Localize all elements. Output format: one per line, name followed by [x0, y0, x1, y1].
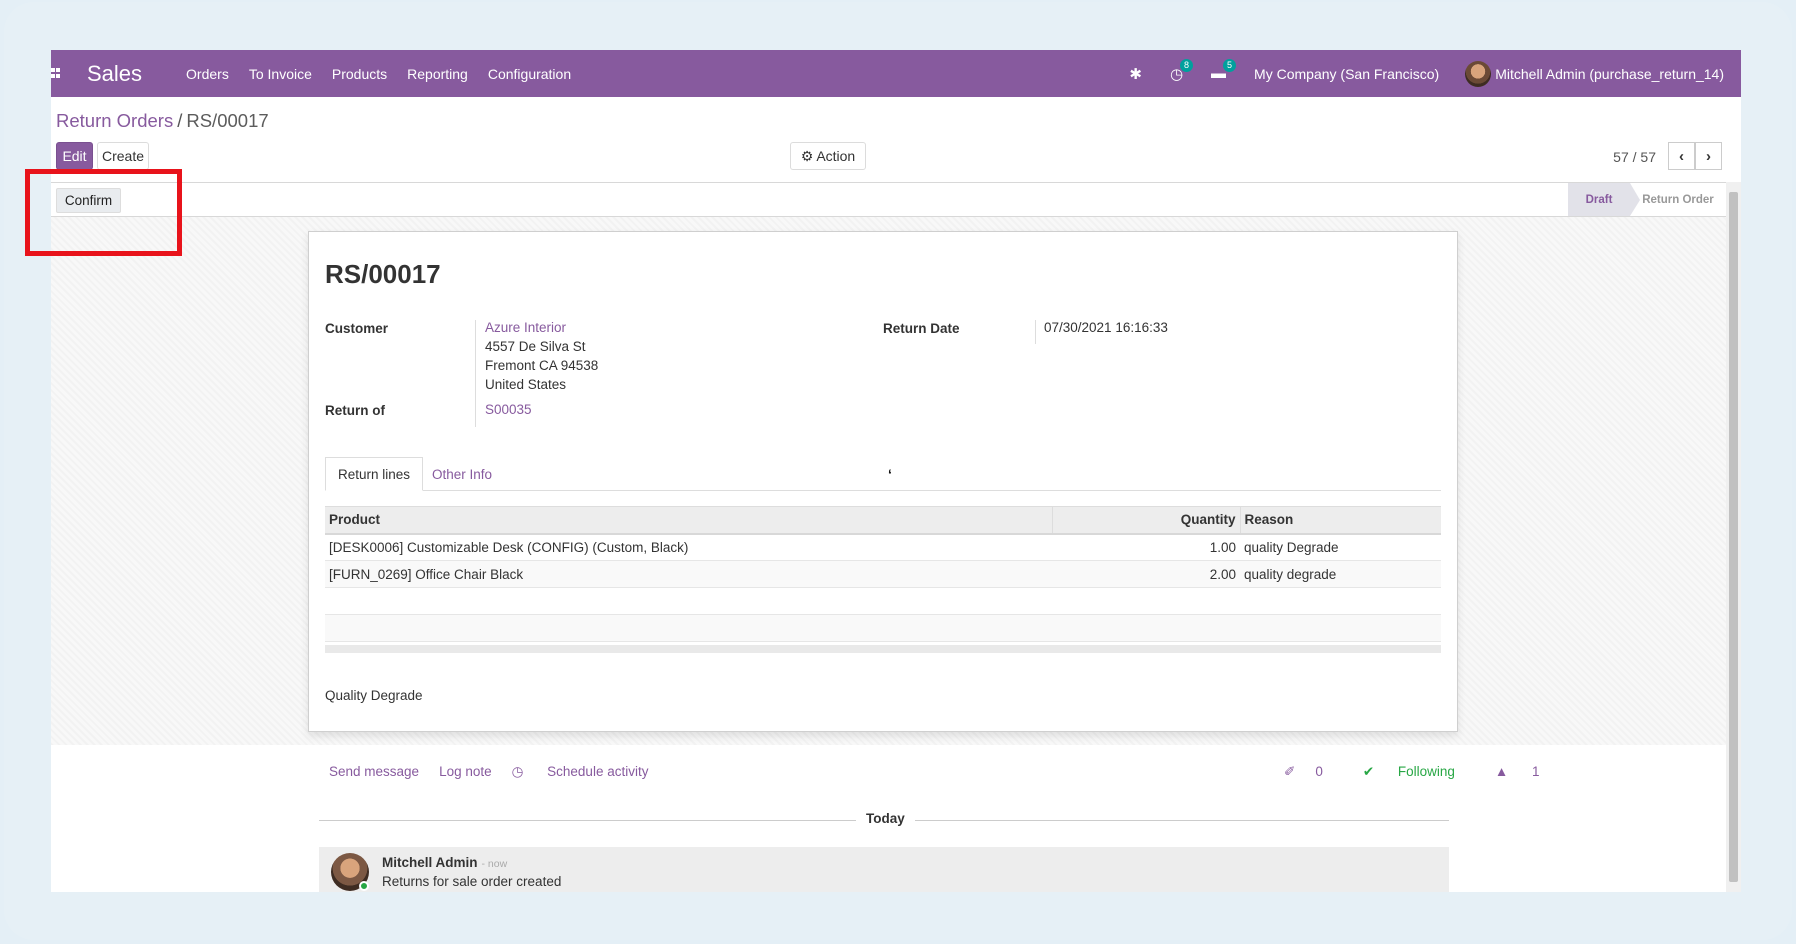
chatter-actions: Send message Log note ◷ Schedule activit…: [329, 764, 688, 780]
messages-badge: 5: [1223, 59, 1237, 72]
vertical-scrollbar[interactable]: [1726, 182, 1741, 892]
online-status-icon: [359, 881, 369, 891]
message-body: Returns for sale order created: [382, 874, 562, 889]
chatter-message: Mitchell Admin - now Returns for sale ord…: [319, 847, 1449, 892]
chatter-followers: ✐ 0 ✔ Following ▲ 1: [1284, 764, 1580, 780]
field-divider: [475, 320, 476, 427]
action-label: Action: [816, 148, 856, 164]
cell-reason: quality Degrade: [1240, 533, 1441, 561]
create-button[interactable]: Create: [97, 142, 149, 170]
odoo-app: Sales Orders To Invoice Products Reporti…: [51, 50, 1741, 892]
empty-row: [325, 614, 1441, 642]
following-label: Following: [1397, 764, 1455, 779]
column-quantity[interactable]: Quantity: [1051, 506, 1240, 535]
app-brand[interactable]: Sales: [87, 61, 142, 87]
clock-icon: ◷: [511, 764, 528, 779]
followers-button[interactable]: ▲ 1: [1495, 764, 1560, 780]
activity-clock-icon[interactable]: ◷ 8: [1170, 58, 1194, 83]
return-lines-table: Product Quantity Reason [DESK0006] Custo…: [325, 506, 1441, 642]
form-statusbar: Confirm Draft Return Order: [51, 182, 1726, 217]
menu-configuration[interactable]: Configuration: [488, 66, 571, 82]
table-row[interactable]: [DESK0006] Customizable Desk (CONFIG) (C…: [325, 533, 1441, 561]
cell-product: [FURN_0269] Office Chair Black: [325, 560, 1052, 588]
user-menu[interactable]: Mitchell Admin (purchase_return_14): [1465, 60, 1724, 87]
highlight-box: [25, 169, 182, 256]
return-of-link[interactable]: S00035: [485, 400, 532, 420]
menu-reporting[interactable]: Reporting: [407, 66, 468, 82]
paperclip-icon: ✐: [1284, 764, 1296, 779]
cell-reason: quality degrade: [1240, 560, 1441, 588]
notebook-tabs: Return lines Other Info: [325, 457, 1441, 491]
schedule-activity-button[interactable]: ◷ Schedule activity: [512, 764, 669, 780]
table-footer: [325, 645, 1441, 653]
pager-value[interactable]: 57 / 57: [1613, 149, 1656, 165]
table-row[interactable]: [FURN_0269] Office Chair Black 2.00 qual…: [325, 560, 1441, 588]
record-title: RS/00017: [325, 259, 441, 289]
user-avatar: [1465, 60, 1492, 87]
user-icon: ▲: [1494, 764, 1513, 779]
customer-link[interactable]: Azure Interior: [485, 318, 566, 338]
messages-chat-icon[interactable]: ▬ 5: [1211, 59, 1237, 82]
return-date-label: Return Date: [883, 321, 960, 336]
column-reason[interactable]: Reason: [1239, 506, 1441, 535]
date-divider-label: Today: [856, 811, 915, 826]
column-product[interactable]: Product: [325, 506, 1052, 535]
customer-address-line3: United States: [485, 377, 567, 392]
pager-previous-button[interactable]: ‹: [1668, 142, 1695, 170]
breadcrumb-current: RS/00017: [186, 110, 269, 131]
attachments-count: 0: [1315, 764, 1323, 779]
message-time: - now: [481, 858, 508, 870]
company-switcher[interactable]: My Company (San Francisco): [1254, 66, 1439, 82]
breadcrumb-return-orders[interactable]: Return Orders: [56, 110, 173, 131]
empty-row: [325, 587, 1441, 615]
cell-quantity: 1.00: [1052, 533, 1240, 561]
menu-orders[interactable]: Orders: [186, 66, 229, 82]
check-icon: ✔: [1362, 764, 1378, 779]
author-name[interactable]: Mitchell Admin: [382, 855, 478, 870]
chevron-right-icon: ›: [1706, 147, 1711, 165]
note-text: Quality Degrade: [325, 688, 423, 703]
menu-to-invoice[interactable]: To Invoice: [249, 66, 312, 82]
following-button[interactable]: ✔ Following: [1363, 764, 1475, 780]
edit-button[interactable]: Edit: [56, 142, 93, 170]
form-sheet: RS/00017 Customer Azure Interior 4557 De…: [308, 231, 1458, 732]
apps-grid-icon[interactable]: [51, 67, 61, 80]
customer-address-line1: 4557 De Silva St: [485, 339, 586, 354]
followers-count: 1: [1532, 764, 1540, 779]
chevron-left-icon: ‹: [1679, 147, 1684, 165]
mouse-cursor-icon: ʻ: [888, 466, 892, 482]
send-message-button[interactable]: Send message: [329, 764, 419, 780]
cell-product: [DESK0006] Customizable Desk (CONFIG) (C…: [325, 533, 1052, 561]
schedule-activity-label: Schedule activity: [547, 764, 649, 779]
log-note-button[interactable]: Log note: [439, 764, 492, 780]
customer-address-line2: Fremont CA 94538: [485, 358, 599, 373]
top-navbar: Sales Orders To Invoice Products Reporti…: [51, 50, 1741, 97]
tab-other-info[interactable]: Other Info: [420, 457, 504, 491]
tab-return-lines[interactable]: Return lines: [325, 457, 424, 491]
navbar-right: ✱ ◷ 8 ▬ 5 My Company (San Francisco) Mitch…: [1129, 50, 1741, 97]
field-divider: [1035, 320, 1036, 344]
stage-draft[interactable]: Draft: [1568, 183, 1640, 216]
menu-products[interactable]: Products: [332, 66, 387, 82]
customer-label: Customer: [325, 321, 389, 336]
breadcrumb: Return Orders / RS/00017: [56, 110, 269, 132]
return-of-label: Return of: [325, 403, 385, 418]
scrollbar-thumb[interactable]: [1729, 192, 1738, 882]
stage-return-order[interactable]: Return Order: [1630, 183, 1726, 216]
table-header-row: Product Quantity Reason: [325, 506, 1441, 535]
return-date-value: 07/30/2021 16:16:33: [1044, 320, 1168, 335]
cell-quantity: 2.00: [1052, 560, 1240, 588]
activity-badge: 8: [1180, 58, 1194, 72]
user-name: Mitchell Admin (purchase_return_14): [1495, 65, 1724, 82]
attachments-button[interactable]: ✐ 0: [1284, 764, 1343, 780]
breadcrumb-separator: /: [177, 110, 183, 131]
action-button[interactable]: ⚙ Action: [790, 142, 866, 170]
gear-icon: ⚙: [800, 147, 814, 164]
pager-next-button[interactable]: ›: [1695, 142, 1722, 170]
message-author: Mitchell Admin - now: [382, 855, 507, 870]
debug-bug-icon[interactable]: ✱: [1129, 65, 1142, 83]
